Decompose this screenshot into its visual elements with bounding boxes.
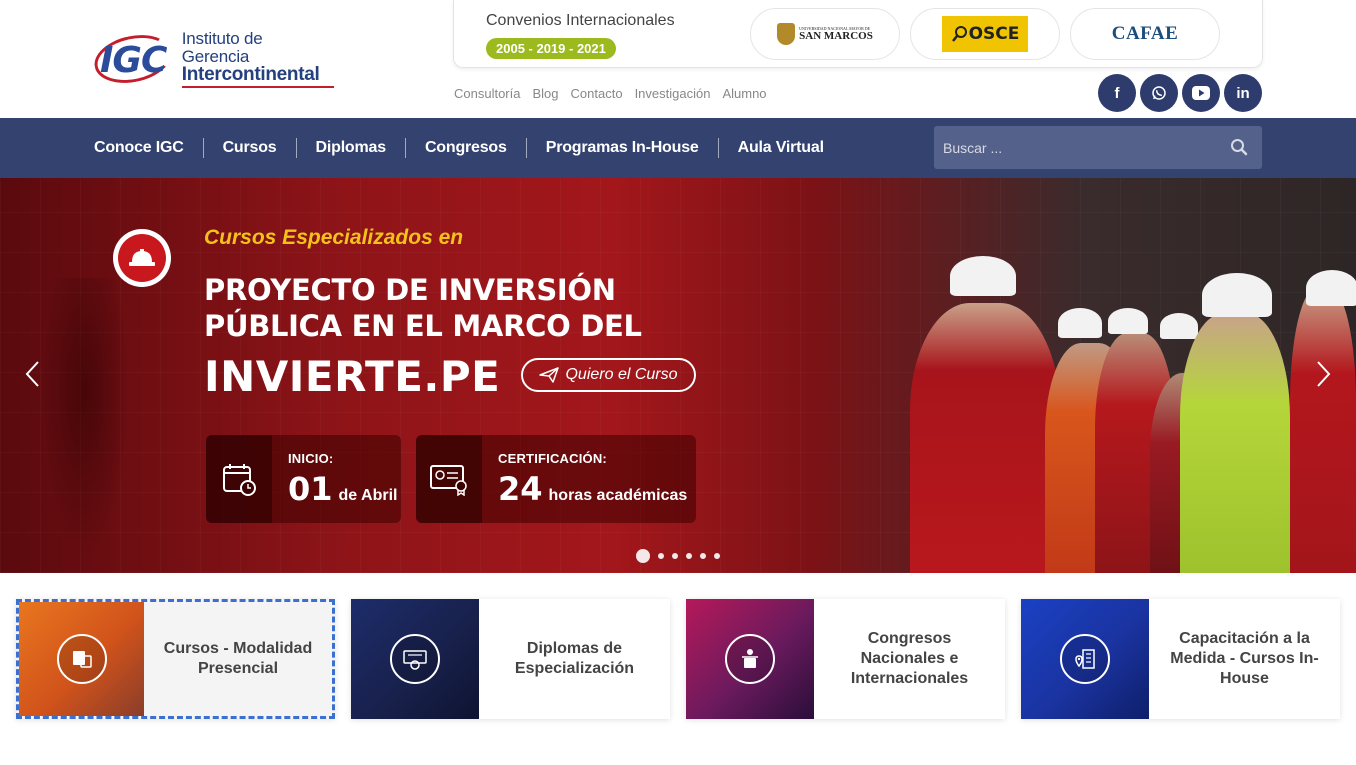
nav-item-cursos[interactable]: Cursos	[202, 138, 296, 158]
card-label: Diplomas de Especialización	[514, 640, 635, 677]
convenios-panel: Convenios Internacionales 2005 - 2019 - …	[453, 0, 1263, 68]
partner-cafae[interactable]: CAFAE	[1070, 8, 1220, 60]
calendar-clock-icon	[223, 464, 256, 496]
toplink-blog[interactable]: Blog	[532, 86, 558, 101]
hero-surveyor-figure	[40, 278, 130, 558]
toplink-contacto[interactable]: Contacto	[571, 86, 623, 101]
toplink-investigacion[interactable]: Investigación	[635, 86, 711, 101]
top-links: Consultoría Blog Contacto Investigación …	[454, 86, 767, 101]
facebook-icon[interactable]: f	[1098, 74, 1136, 112]
certificate-icon	[430, 465, 467, 496]
san-marcos-seal-icon	[777, 23, 796, 45]
card-image-classroom	[19, 602, 144, 716]
nav-item-conoce-igc[interactable]: Conoce IGC	[94, 138, 203, 158]
whatsapp-icon[interactable]	[1140, 74, 1178, 112]
hero-title: PROYECTO DE INVERSIÓN PÚBLICA EN EL MARC…	[204, 273, 642, 343]
partner-san-marcos[interactable]: UNIVERSIDAD NACIONAL MAYOR DE SAN MARCOS	[750, 8, 900, 60]
convenios-title: Convenios Internacionales	[486, 12, 675, 29]
search-icon[interactable]	[1230, 138, 1248, 156]
slider-dot-3[interactable]	[672, 553, 678, 559]
diploma-icon	[390, 634, 440, 684]
logo-line-2: Intercontinental	[181, 65, 334, 89]
certification-card: CERTIFICACIÓN: 24 horas académicas	[416, 435, 696, 523]
start-month: de Abril	[338, 486, 398, 504]
slider-dot-1[interactable]	[636, 549, 650, 563]
classroom-icon	[56, 634, 107, 684]
certification-label: CERTIFICACIÓN:	[498, 450, 607, 466]
hero-kicker: Cursos Especializados en	[204, 226, 464, 249]
youtube-icon[interactable]	[1182, 74, 1220, 112]
nav-item-diplomas[interactable]: Diplomas	[295, 138, 405, 158]
igc-logo-mark: IGC	[90, 28, 176, 90]
hero-photo-workers	[850, 238, 1356, 573]
slider-next-arrow-icon[interactable]	[1312, 358, 1336, 390]
partner-osce[interactable]: OSCE	[910, 8, 1060, 60]
start-date-label: INICIO:	[288, 450, 334, 466]
hero-slider: Cursos Especializados en PROYECTO DE INV…	[0, 178, 1356, 573]
building-location-icon	[1060, 634, 1110, 684]
slider-pagination	[636, 549, 720, 563]
start-day: 01	[288, 469, 333, 508]
speaker-podium-icon	[725, 634, 775, 684]
card-diplomas[interactable]: Diplomas de Especialización	[351, 599, 670, 719]
card-in-house[interactable]: Capacitación a la Medida - Cursos In-Hou…	[1021, 599, 1340, 719]
nav-item-aula-virtual[interactable]: Aula Virtual	[717, 138, 843, 158]
card-label: Capacitación a la Medida - Cursos In-Hou…	[1170, 630, 1319, 687]
slider-dot-6[interactable]	[714, 553, 720, 559]
social-links: f in	[1098, 74, 1262, 112]
card-label: Congresos Nacionales e Internacionales	[850, 630, 969, 687]
card-cursos-presencial[interactable]: Cursos - Modalidad Presencial	[16, 599, 335, 719]
logo-line-1: Instituto de Gerencia	[181, 28, 263, 66]
main-nav: Conoce IGC Cursos Diplomas Congresos Pro…	[0, 118, 1356, 178]
start-date-card: INICIO: 01 de Abril	[206, 435, 401, 523]
certification-hours: 24	[498, 469, 543, 508]
convenios-years-badge: 2005 - 2019 - 2021	[486, 38, 616, 59]
hero-cta-button[interactable]: Quiero el Curso	[521, 358, 696, 392]
toplink-alumno[interactable]: Alumno	[722, 86, 766, 101]
nav-item-congresos[interactable]: Congresos	[404, 138, 526, 158]
toplink-consultoria[interactable]: Consultoría	[454, 86, 520, 101]
search-box	[934, 126, 1262, 169]
nav-item-programas-in-house[interactable]: Programas In-House	[525, 138, 718, 158]
search-input[interactable]	[934, 126, 1214, 169]
slider-dot-5[interactable]	[700, 553, 706, 559]
linkedin-icon[interactable]: in	[1224, 74, 1262, 112]
card-label: Cursos - Modalidad Presencial	[163, 640, 313, 677]
card-image-office	[1021, 599, 1149, 719]
card-image-audience	[686, 599, 814, 719]
slider-dot-4[interactable]	[686, 553, 692, 559]
card-image-graduates	[351, 599, 479, 719]
hero-title-big: INVIERTE.PE	[204, 352, 501, 401]
osce-magnifier-icon	[951, 26, 967, 42]
slider-prev-arrow-icon[interactable]	[20, 358, 44, 390]
site-header: IGC Instituto de Gerencia Intercontinent…	[0, 0, 1356, 118]
slider-dot-2[interactable]	[658, 553, 664, 559]
card-congresos[interactable]: Congresos Nacionales e Internacionales	[686, 599, 1005, 719]
hard-hat-icon	[113, 229, 171, 287]
site-logo[interactable]: IGC Instituto de Gerencia Intercontinent…	[90, 28, 334, 90]
paper-plane-icon	[539, 367, 560, 383]
certification-unit: horas académicas	[548, 486, 688, 504]
